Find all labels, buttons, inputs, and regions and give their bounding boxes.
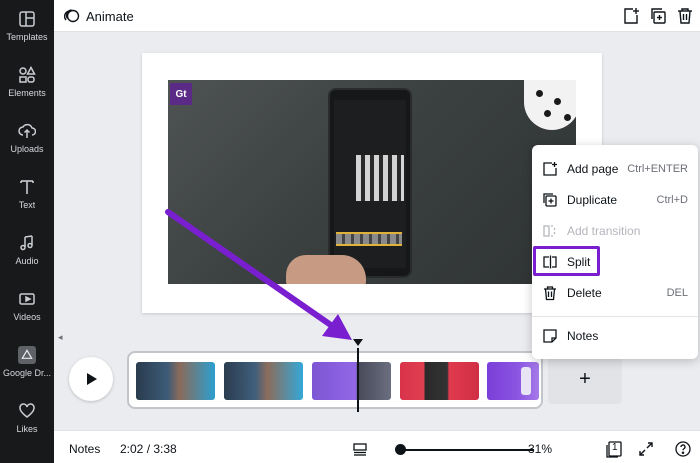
sidebar-item-templates[interactable]: Templates [0,8,54,58]
zoom-slider-handle[interactable] [395,444,406,455]
uploads-icon [18,123,36,138]
sidebar-item-videos[interactable]: Videos [0,288,54,338]
elements-icon [19,66,36,83]
delete-page-icon[interactable] [676,7,694,25]
sidebar: Templates Elements Uploads Text Audio Vi… [0,0,54,463]
page-count-button[interactable]: 1 [605,440,623,458]
playhead[interactable] [357,348,359,412]
top-bar: Animate [54,0,700,32]
add-page-icon [543,162,557,176]
sidebar-item-label: Videos [13,312,41,322]
google-drive-icon [18,346,36,364]
gt-logo: Gt [170,83,192,105]
timeline-clip[interactable] [312,362,391,400]
fullscreen-icon[interactable] [638,441,654,457]
sidebar-item-text[interactable]: Text [0,176,54,226]
clip-handle[interactable] [521,367,531,395]
menu-item-add-transition: Add transition [532,217,698,245]
transition-icon [543,225,556,237]
duplicate-page-icon[interactable] [649,7,667,25]
bowl-image [524,80,576,130]
menu-item-duplicate[interactable]: Duplicate Ctrl+D [532,186,698,214]
trash-icon [544,286,556,301]
sidebar-item-label: Google Dr... [2,368,52,378]
videos-icon [19,293,35,305]
video-element[interactable]: Gt [168,80,576,284]
play-button[interactable] [69,357,113,401]
menu-item-delete[interactable]: Delete DEL [532,279,698,307]
sidebar-item-label: Likes [16,424,38,434]
menu-item-add-page[interactable]: Add page Ctrl+ENTER [532,155,698,183]
zoom-level[interactable]: 31% [528,442,552,456]
animate-label: Animate [86,8,134,24]
timeline-view-icon[interactable] [352,441,368,457]
menu-item-split[interactable]: Split [532,248,698,276]
audio-icon [20,235,33,251]
bottom-bar: Notes 2:02 / 3:38 31% 1 [54,430,700,463]
sidebar-item-google-drive[interactable]: Google Dr... [0,344,54,394]
timeline-clip[interactable] [487,362,539,400]
menu-divider [532,316,698,317]
templates-icon [19,11,35,27]
sidebar-item-audio[interactable]: Audio [0,232,54,282]
zoom-slider-track[interactable] [399,449,534,451]
notes-icon [543,329,557,343]
add-page-icon[interactable] [622,7,640,25]
text-icon [20,180,34,194]
timeline-clip[interactable] [224,362,303,400]
play-icon [87,373,97,385]
split-icon [543,255,557,269]
animate-button[interactable]: Animate [64,6,134,26]
context-menu: Add page Ctrl+ENTER Duplicate Ctrl+D Add… [532,145,698,359]
sidebar-item-label: Text [18,200,36,210]
time-display: 2:02 / 3:38 [120,442,177,456]
sidebar-item-label: Uploads [10,144,44,154]
playhead-knob[interactable] [353,339,363,346]
help-icon[interactable] [675,441,691,457]
heart-icon [19,403,35,418]
sidebar-item-elements[interactable]: Elements [0,64,54,114]
animate-icon [64,9,80,23]
sidebar-item-label: Elements [8,88,46,98]
page-count: 1 [612,442,618,453]
hand-image [286,255,366,284]
timeline-clip[interactable] [400,362,479,400]
sidebar-item-uploads[interactable]: Uploads [0,120,54,170]
timeline-clip[interactable] [136,362,215,400]
notes-button[interactable]: Notes [69,442,100,456]
clip-track[interactable] [127,351,543,409]
sidebar-item-label: Templates [6,32,48,42]
duplicate-icon [543,193,557,207]
menu-item-notes[interactable]: Notes [532,322,698,350]
sidebar-item-likes[interactable]: Likes [0,400,54,450]
sidebar-item-label: Audio [15,256,39,266]
phone-image [328,88,412,278]
add-page-button[interactable]: + [548,354,622,404]
